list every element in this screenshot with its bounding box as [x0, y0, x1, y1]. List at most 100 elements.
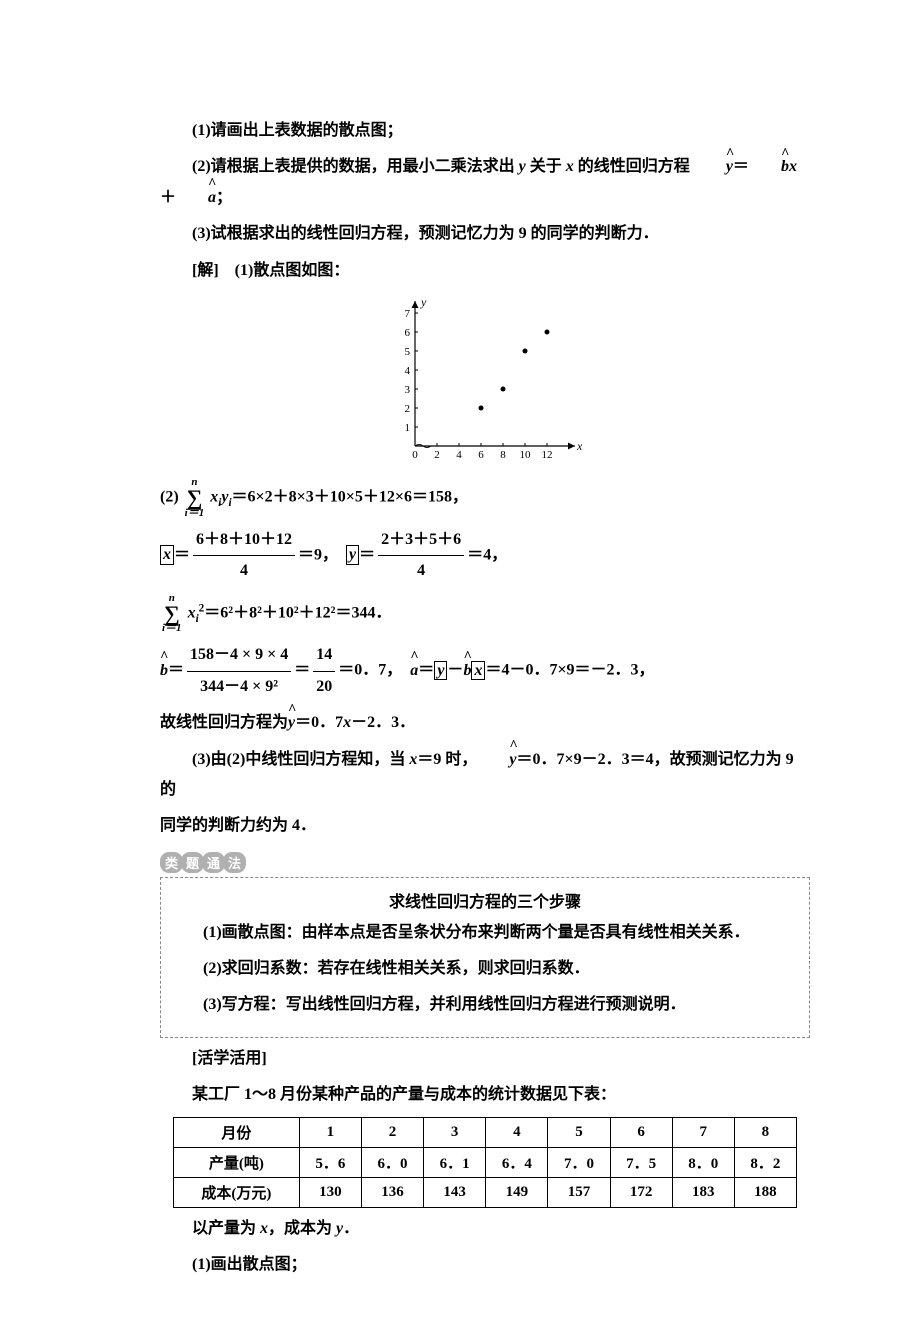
- eq-bhat: b＝158－4 × 9 × 4344－4 × 9²＝1420＝0．7， a＝y－…: [160, 640, 810, 702]
- bhat-frac2: 1420: [313, 640, 335, 702]
- bhat: b: [749, 152, 789, 182]
- table-cell: 产量(吨): [174, 1147, 300, 1177]
- ybar2: y: [434, 661, 447, 681]
- badge-4: 法: [223, 852, 246, 873]
- svg-text:2: 2: [434, 449, 440, 461]
- q2-x: x: [566, 158, 574, 175]
- sigma-icon: n∑i＝1: [185, 477, 205, 519]
- apply-intro: 某工厂 1～8 月份某种产品的产量与成本的统计数据见下表：: [160, 1080, 810, 1110]
- table-cell: 月份: [174, 1117, 300, 1147]
- question-3: (3)试根据求出的线性回归方程，预测记忆力为 9 的同学的判断力．: [160, 219, 810, 249]
- eq-sign: ＝: [733, 158, 749, 175]
- q2-y: y: [519, 158, 526, 175]
- xbar-eq: ＝9，: [298, 546, 338, 563]
- scatter-chart: 0 24681012 1234567 x y: [160, 296, 810, 471]
- after-table: 以产量为 x，成本为 y．: [160, 1214, 810, 1244]
- part3-line1: (3)由(2)中线性回归方程知，当 x＝9 时，y＝0．7×9－2．3＝4，故预…: [160, 745, 810, 806]
- eq-sum-x2: n∑i＝1 xi2＝6²＋8²＋10²＋12²＝344．: [160, 593, 810, 635]
- xbar-frac: 6＋8＋10＋124: [193, 525, 295, 587]
- data-table: 月份12345678 产量(吨)5．66．06．16．47．07．58．08．2…: [173, 1117, 797, 1208]
- last-question: (1)画出散点图；: [160, 1250, 810, 1280]
- at-x: x: [260, 1220, 268, 1237]
- table-cell: 6．0: [361, 1147, 423, 1177]
- scatter-svg: 0 24681012 1234567 x y: [385, 296, 585, 466]
- svg-text:3: 3: [405, 384, 411, 396]
- xi2: x: [188, 604, 196, 621]
- at-c: ．: [343, 1220, 359, 1237]
- plus-sign: ＋: [160, 189, 176, 206]
- q2-mid: 关于: [526, 158, 566, 175]
- eq2-pre: (2): [160, 489, 183, 506]
- bhat-val: ＝0．7，: [338, 662, 402, 679]
- question-2: (2)请根据上表提供的数据，用最小二乘法求出 y 关于 x 的线性回归方程 y＝…: [160, 152, 810, 213]
- svg-text:6: 6: [478, 449, 484, 461]
- at-a: 以产量为: [192, 1220, 260, 1237]
- p3y: y: [477, 745, 516, 775]
- ybar-frac: 2＋3＋5＋64: [378, 525, 464, 587]
- badge-1: 类: [160, 852, 183, 873]
- table-cell: 5．6: [299, 1147, 361, 1177]
- ahat-body: ＝4－0．7×9＝－2．3，: [485, 662, 654, 679]
- svg-text:7: 7: [405, 308, 411, 320]
- table-cell: 6: [610, 1117, 672, 1147]
- table-cell: 5: [548, 1117, 610, 1147]
- badge-row: 类题通法: [160, 852, 810, 873]
- table-cell: 7．5: [610, 1147, 672, 1177]
- sigma-icon-2: n∑i＝1: [162, 593, 182, 635]
- table-cell: 3: [424, 1117, 486, 1147]
- q2-end: ；: [216, 189, 232, 206]
- p3a: (3)由(2)中线性回归方程知，当: [192, 751, 409, 768]
- page: (1)请画出上表数据的散点图； (2)请根据上表提供的数据，用最小二乘法求出 y…: [0, 0, 920, 1336]
- box-title: 求线性回归方程的三个步骤: [171, 888, 799, 912]
- q2-text-a: (2)请根据上表提供的数据，用最小二乘法求出: [192, 158, 519, 175]
- ahat-eq: ＝: [418, 662, 434, 679]
- xbar: x: [160, 545, 174, 565]
- eq-x: x: [789, 158, 797, 175]
- table-cell: 7．0: [548, 1147, 610, 1177]
- table-cell: 149: [486, 1177, 548, 1207]
- table-cell: 4: [486, 1117, 548, 1147]
- ahat: a: [176, 183, 216, 213]
- eq-means: x＝6＋8＋10＋124＝9， y＝2＋3＋5＋64＝4，: [160, 525, 810, 587]
- box-step-1: (1)画散点图：由样本点是否呈条状分布来判断两个量是否具有线性相关关系．: [171, 918, 799, 948]
- svg-text:6: 6: [405, 327, 411, 339]
- table-row: 产量(吨)5．66．06．16．47．07．58．08．2: [174, 1147, 797, 1177]
- ybar: y: [346, 545, 359, 565]
- xi2-sub: i: [196, 612, 199, 624]
- table-cell: 143: [424, 1177, 486, 1207]
- apply-head: [活学活用]: [160, 1044, 810, 1074]
- svg-text:x: x: [576, 439, 583, 453]
- svg-text:1: 1: [405, 422, 411, 434]
- table-row: 月份12345678: [174, 1117, 797, 1147]
- at-b: ，成本为: [268, 1220, 336, 1237]
- yhat: y: [694, 152, 733, 182]
- sumx2-body: ＝6²＋8²＋10²＋12²＝344．: [204, 604, 391, 621]
- part3-line2: 同学的判断力约为 4．: [160, 811, 810, 841]
- sumxy-body: ＝6×2＋8×3＋10×5＋12×6＝158，: [232, 489, 468, 506]
- box-step-2: (2)求回归系数：若存在线性相关关系，则求回归系数．: [171, 954, 799, 984]
- ahat-sym: a: [410, 656, 418, 686]
- svg-text:y: y: [420, 296, 427, 309]
- ybar-eq: ＝4，: [467, 546, 507, 563]
- svg-text:0: 0: [412, 449, 418, 461]
- reg-x: x: [343, 714, 351, 731]
- badge-3: 通: [202, 852, 225, 873]
- svg-text:5: 5: [405, 346, 411, 358]
- q2-text-b: 的线性回归方程: [574, 158, 694, 175]
- table-cell: 8: [734, 1117, 796, 1147]
- table-cell: 8．0: [672, 1147, 734, 1177]
- bhat-sym: b: [160, 656, 168, 686]
- bhat-frac1: 158－4 × 9 × 4344－4 × 9²: [187, 640, 291, 702]
- table-cell: 2: [361, 1117, 423, 1147]
- table-cell: 172: [610, 1177, 672, 1207]
- reg-b: ＝0．7: [295, 714, 343, 731]
- table-cell: 157: [548, 1177, 610, 1207]
- table-cell: 130: [299, 1177, 361, 1207]
- svg-text:2: 2: [405, 403, 411, 415]
- svg-text:12: 12: [542, 449, 553, 461]
- table-cell: 8．2: [734, 1147, 796, 1177]
- eq-sum-xy: (2) n∑i＝1 xiyi＝6×2＋8×3＋10×5＋12×6＝158，: [160, 477, 810, 519]
- solution-head: [解] (1)散点图如图：: [160, 256, 810, 286]
- svg-text:4: 4: [456, 449, 462, 461]
- table-cell: 136: [361, 1177, 423, 1207]
